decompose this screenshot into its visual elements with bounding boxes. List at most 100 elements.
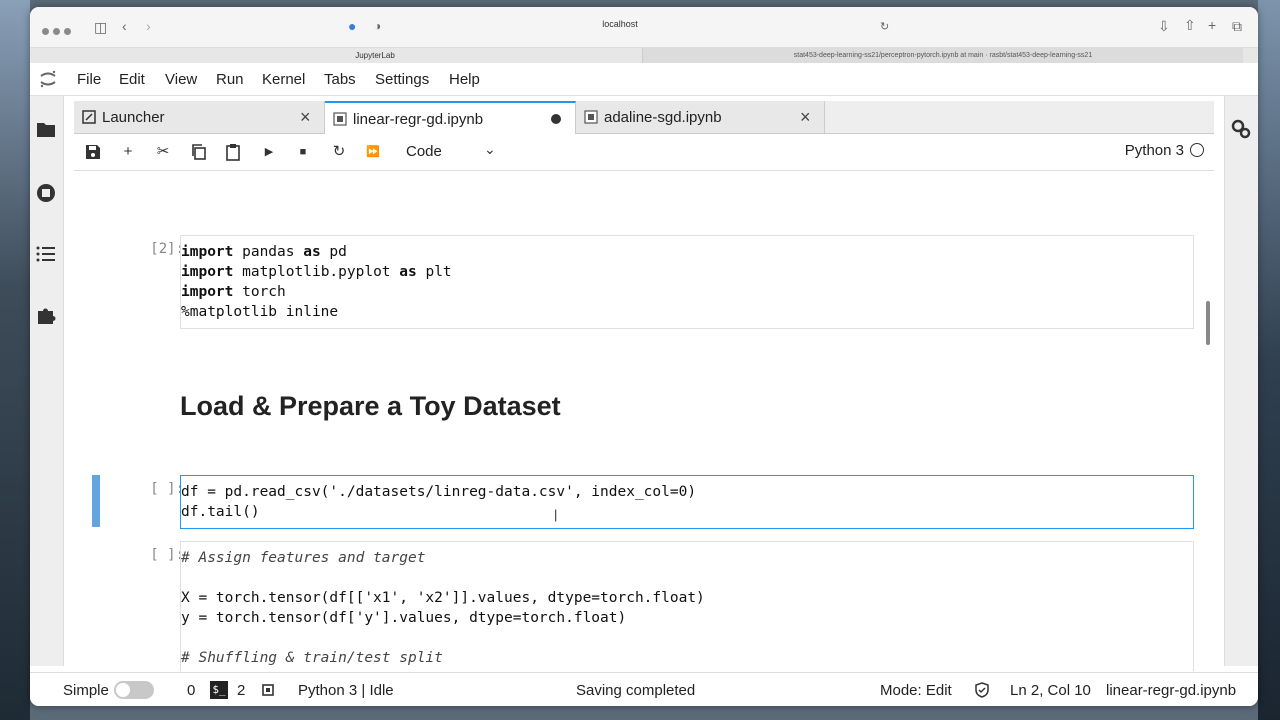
status-bar: Simple 0 $_ 2 Python 3 | Idle Saving com… (30, 672, 1258, 706)
browser-toolbar: ◫ ‹ › ● ◑ localhost ↻ ⇩ ⇧ + ⧉ (30, 7, 1258, 47)
stop-icon[interactable]: ■ (294, 143, 312, 161)
code-line: y = torch.tensor(df['y'].values, dtype=t… (181, 610, 627, 626)
cell-prompt: [2]: (150, 241, 184, 257)
share-icon[interactable]: ⇧ (1184, 18, 1196, 32)
close-window-button[interactable] (42, 28, 49, 35)
cut-icon[interactable]: ✂ (154, 143, 172, 161)
markdown-heading: Load & Prepare a Toy Dataset (180, 391, 561, 421)
running-kernels-icon[interactable] (35, 182, 57, 204)
browser-tabs: JupyterLab stat453-deep-learning-ss21/pe… (30, 47, 1258, 64)
code-cell-read-csv[interactable]: df = pd.read_csv('./datasets/linreg-data… (180, 475, 1194, 529)
tab-adaline-sgd[interactable]: adaline-sgd.ipynb × (576, 101, 825, 133)
close-icon[interactable]: × (800, 107, 811, 128)
tab-label: Launcher (102, 109, 165, 126)
notebook-icon (584, 110, 598, 124)
code-comment: # Shuffling & train/test split (181, 650, 443, 666)
cell-prompt: [ ]: (150, 481, 184, 497)
edit-mode-status: Mode: Edit (880, 682, 952, 699)
address-bar[interactable]: localhost (350, 14, 890, 36)
cursor-position[interactable]: Ln 2, Col 10 (1010, 682, 1091, 699)
tab-label: adaline-sgd.ipynb (604, 109, 722, 126)
terminals-count: 0 (187, 682, 196, 699)
toggle-knob (116, 683, 130, 697)
save-status: Saving completed (576, 682, 696, 699)
notebook-scrollbar[interactable] (1206, 301, 1210, 345)
menu-kernel[interactable]: Kernel (262, 71, 305, 88)
active-cell-indicator (92, 475, 100, 527)
menu-settings[interactable]: Settings (375, 71, 429, 88)
cell-prompt: [ ]: (150, 547, 184, 563)
kernel-name: Python 3 (1124, 142, 1184, 159)
tab-launcher[interactable]: Launcher × (74, 101, 325, 133)
insert-cell-icon[interactable]: + (119, 143, 137, 161)
kernel-chip-icon[interactable] (260, 682, 276, 698)
document-tab-bar: Launcher × linear-regr-gd.ipynb adaline-… (74, 101, 1214, 134)
code-cell-features[interactable]: # Assign features and target X = torch.t… (180, 541, 1194, 671)
property-inspector-gears-icon[interactable] (1230, 118, 1252, 140)
table-of-contents-icon[interactable] (35, 243, 57, 265)
shield-icon[interactable] (974, 682, 990, 698)
url-text: localhost (602, 19, 638, 29)
kernel-indicator[interactable]: Python 3 (1125, 142, 1204, 159)
launcher-icon (82, 110, 96, 124)
notebook-panel[interactable]: [2]: import pandas as pd import matplotl… (74, 171, 1200, 671)
save-icon[interactable] (84, 143, 102, 161)
paste-icon[interactable] (224, 143, 242, 161)
notebook-toolbar: + ✂ ▶ ■ ↻ ⏩ Code ⌄ Python 3 (74, 134, 1214, 171)
new-tab-icon[interactable]: + (1208, 18, 1216, 32)
cell-type-dropdown[interactable]: Code ⌄ (404, 141, 504, 163)
simple-mode-toggle[interactable] (114, 681, 154, 699)
browser-tab-github[interactable]: stat453-deep-learning-ss21/perceptron-py… (642, 48, 1243, 64)
forward-arrow-icon[interactable]: › (146, 19, 151, 33)
chevron-down-icon: ⌄ (484, 141, 496, 157)
window-controls[interactable] (42, 22, 75, 40)
kernel-idle-circle-icon (1190, 143, 1204, 157)
menu-help[interactable]: Help (449, 71, 480, 88)
extensions-puzzle-icon[interactable] (35, 304, 57, 326)
zoom-window-button[interactable] (64, 28, 71, 35)
simple-mode-label: Simple (63, 682, 109, 699)
code-line: df.tail() (181, 504, 260, 520)
reload-icon[interactable]: ↻ (880, 20, 889, 34)
fast-forward-icon[interactable]: ⏩ (364, 143, 382, 161)
code-comment: # Assign features and target (181, 550, 426, 566)
code-line: import pandas as pd (181, 244, 347, 260)
main-area: Launcher × linear-regr-gd.ipynb adaline-… (74, 101, 1214, 671)
menu-tabs[interactable]: Tabs (324, 71, 356, 88)
menu-run[interactable]: Run (216, 71, 244, 88)
right-sidebar (1224, 96, 1258, 666)
restart-icon[interactable]: ↻ (330, 143, 348, 161)
browser-tab-label: stat453-deep-learning-ss21/perceptron-py… (793, 52, 1093, 59)
desktop-background-left (0, 0, 30, 720)
tab-overview-icon[interactable]: ⧉ (1232, 19, 1242, 33)
browser-tab-jupyterlab[interactable]: JupyterLab (110, 48, 640, 64)
kernels-count: 2 (237, 682, 246, 699)
code-cell-imports[interactable]: import pandas as pd import matplotlib.py… (180, 235, 1194, 329)
menu-edit[interactable]: Edit (119, 71, 145, 88)
text-cursor-icon: | (554, 507, 558, 522)
menu-file[interactable]: File (77, 71, 101, 88)
tab-label: linear-regr-gd.ipynb (353, 111, 484, 128)
cell-type-label: Code (406, 143, 442, 160)
browser-tab-label: JupyterLab (355, 51, 395, 60)
minimize-window-button[interactable] (53, 28, 60, 35)
tab-linear-regr-gd[interactable]: linear-regr-gd.ipynb (325, 101, 576, 134)
folder-icon[interactable] (35, 118, 57, 140)
code-line: %matplotlib inline (181, 304, 339, 320)
browser-window: ◫ ‹ › ● ◑ localhost ↻ ⇩ ⇧ + ⧉ JupyterLab… (30, 7, 1258, 706)
run-icon[interactable]: ▶ (260, 143, 278, 161)
close-icon[interactable]: × (300, 107, 311, 128)
unsaved-dot-icon[interactable] (551, 114, 561, 124)
back-arrow-icon[interactable]: ‹ (122, 19, 127, 33)
downloads-icon[interactable]: ⇩ (1158, 19, 1170, 33)
terminal-icon[interactable]: $_ (210, 681, 228, 699)
jupyter-logo-icon (40, 70, 56, 88)
menu-view[interactable]: View (165, 71, 197, 88)
left-sidebar (30, 96, 64, 666)
copy-icon[interactable] (190, 143, 208, 161)
sidebar-icon[interactable]: ◫ (94, 20, 107, 34)
code-line: import torch (181, 284, 286, 300)
current-filename: linear-regr-gd.ipynb (1106, 682, 1237, 699)
kernel-status[interactable]: Python 3 | Idle (298, 682, 394, 699)
